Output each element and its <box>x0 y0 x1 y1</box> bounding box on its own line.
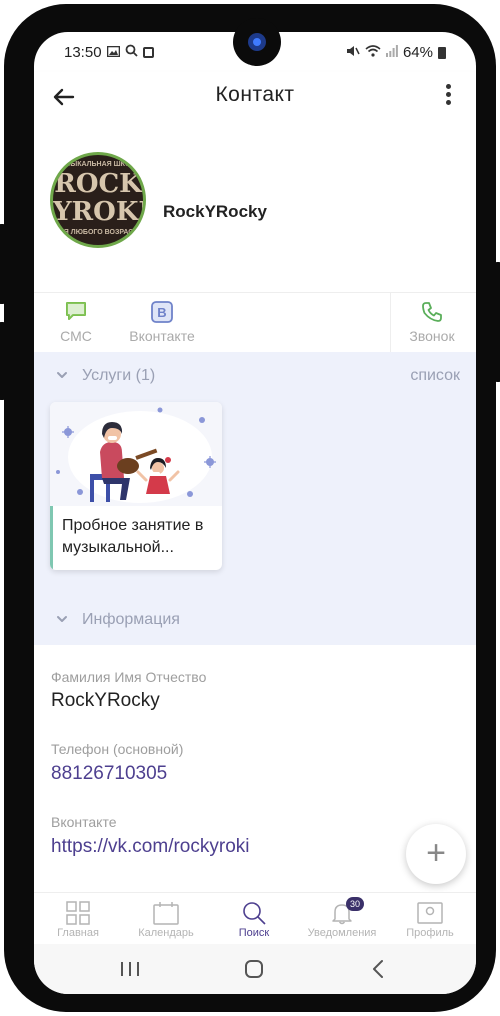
info-title: Информация <box>82 611 180 628</box>
screen: 13:50 64% Контакт МУЗЫКАЛЬНАЯ ШКОЛА ROCK… <box>34 32 476 994</box>
call-button[interactable]: Звонок <box>402 301 462 344</box>
notification-badge: 30 <box>346 897 364 911</box>
calendar-icon <box>122 899 210 927</box>
avatar-logo-text: МУЗЫКАЛЬНАЯ ШКОЛА <box>55 161 141 168</box>
volume-button <box>0 224 6 304</box>
status-time: 13:50 <box>64 44 102 61</box>
field-label-vk: Вконтакте <box>51 814 117 830</box>
avatar[interactable]: МУЗЫКАЛЬНАЯ ШКОЛА ROCK YROKI ДЛЯ ЛЮБОГО … <box>50 152 146 248</box>
bottom-nav: Главная Календарь Поиск 30 Уведомления П… <box>34 892 476 944</box>
nav-item-profile[interactable]: Профиль <box>386 899 474 939</box>
avatar-logo-text: ROCK <box>54 169 142 199</box>
avatar-logo-text: ДЛЯ ЛЮБОГО ВОЗРАСТА <box>53 229 143 236</box>
divider <box>390 293 391 353</box>
power-button <box>494 262 500 382</box>
service-card[interactable]: Пробное занятие в музыкальной... <box>50 402 222 570</box>
battery-icon <box>438 46 446 59</box>
nav-item-home[interactable]: Главная <box>34 899 122 939</box>
page-title: Контакт <box>215 83 295 106</box>
search-icon <box>210 899 298 927</box>
mute-icon <box>346 44 360 61</box>
wifi-icon <box>365 44 381 61</box>
services-title: Услуги (1) <box>82 367 156 384</box>
image-icon <box>106 44 120 61</box>
chevron-down-icon <box>56 364 68 384</box>
add-button[interactable]: + <box>406 824 466 884</box>
contact-name: RockYRocky <box>163 202 267 221</box>
services-list-link[interactable]: список <box>410 367 460 385</box>
chevron-down-icon <box>56 608 68 628</box>
services-header[interactable]: Услуги (1) список <box>34 362 476 392</box>
volume-button <box>0 322 6 400</box>
nav-label: Профиль <box>406 927 454 939</box>
back-nav-icon[interactable] <box>358 954 398 984</box>
sms-label: СМС <box>60 328 92 344</box>
call-label: Звонок <box>409 328 455 344</box>
field-value-vk[interactable]: https://vk.com/rockyroki <box>51 836 250 858</box>
svg-text:В: В <box>157 305 166 320</box>
nav-item-notifications[interactable]: 30 Уведомления <box>298 897 386 939</box>
more-vert-icon[interactable] <box>438 81 458 111</box>
bell-icon: 30 <box>298 897 386 927</box>
home-icon[interactable] <box>234 954 274 984</box>
app-icon <box>142 47 154 58</box>
service-illustration <box>50 402 222 506</box>
search-icon <box>125 44 138 61</box>
nav-label: Главная <box>57 927 99 939</box>
nav-label: Поиск <box>238 927 270 939</box>
grid-icon <box>34 899 122 927</box>
card-accent <box>50 506 53 570</box>
vk-label: Вконтакте <box>129 328 195 344</box>
field-label-fullname: Фамилия Имя Отчество <box>51 669 207 685</box>
profile-icon <box>386 899 474 927</box>
vk-icon: В <box>122 301 202 323</box>
phone-icon <box>402 301 462 323</box>
sms-button[interactable]: СМС <box>54 301 98 344</box>
nav-item-search[interactable]: Поиск <box>210 899 298 939</box>
system-nav-bar <box>34 944 476 994</box>
field-value-fullname: RockYRocky <box>51 690 160 711</box>
contact-header: МУЗЫКАЛЬНАЯ ШКОЛА ROCK YROKI ДЛЯ ЛЮБОГО … <box>34 120 476 292</box>
battery-percent: 64% <box>402 44 433 61</box>
nav-label: Уведомления <box>307 927 377 939</box>
app-bar: Контакт <box>34 72 476 120</box>
field-value-phone[interactable]: 88126710305 <box>51 763 167 785</box>
front-camera <box>233 18 281 66</box>
nav-label: Календарь <box>138 927 194 939</box>
contact-actions: СМС В Вконтакте Звонок <box>34 292 476 353</box>
recent-apps-icon[interactable] <box>110 954 150 984</box>
nav-item-calendar[interactable]: Календарь <box>122 899 210 939</box>
signal-icon <box>385 44 398 61</box>
phone-frame: 13:50 64% Контакт МУЗЫКАЛЬНАЯ ШКОЛА ROCK… <box>0 4 500 1012</box>
info-header[interactable]: Информация <box>34 606 476 636</box>
service-title: Пробное занятие в музыкальной... <box>62 517 204 556</box>
sms-icon <box>54 301 98 323</box>
field-label-phone: Телефон (основной) <box>51 741 184 757</box>
vk-button[interactable]: В Вконтакте <box>122 301 202 344</box>
avatar-logo-text: YROKI <box>53 197 146 227</box>
